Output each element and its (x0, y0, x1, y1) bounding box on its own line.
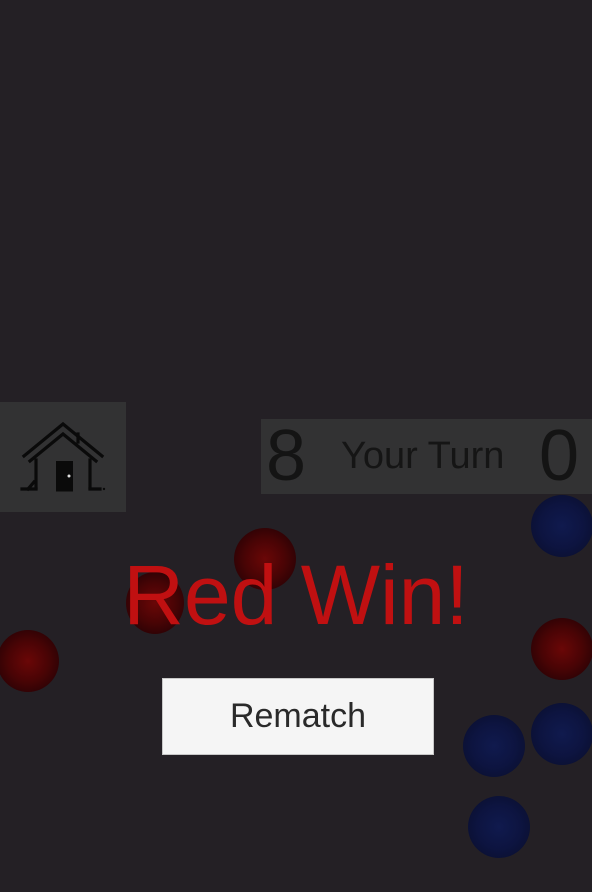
rematch-button[interactable]: Rematch (162, 678, 434, 755)
win-message: Red Win! (123, 548, 469, 642)
scoreboard: 8 Your Turn 0 (261, 419, 592, 494)
home-icon (20, 421, 106, 492)
blue-ball (463, 715, 525, 777)
red-score: 8 (266, 416, 307, 496)
game-screen: 8 Your Turn 0 Red Win! Rematch (0, 0, 592, 892)
turn-indicator: Your Turn (341, 435, 505, 477)
home-button[interactable] (0, 402, 126, 512)
blue-score: 0 (539, 416, 580, 496)
blue-ball (468, 796, 530, 858)
blue-ball (531, 703, 592, 765)
